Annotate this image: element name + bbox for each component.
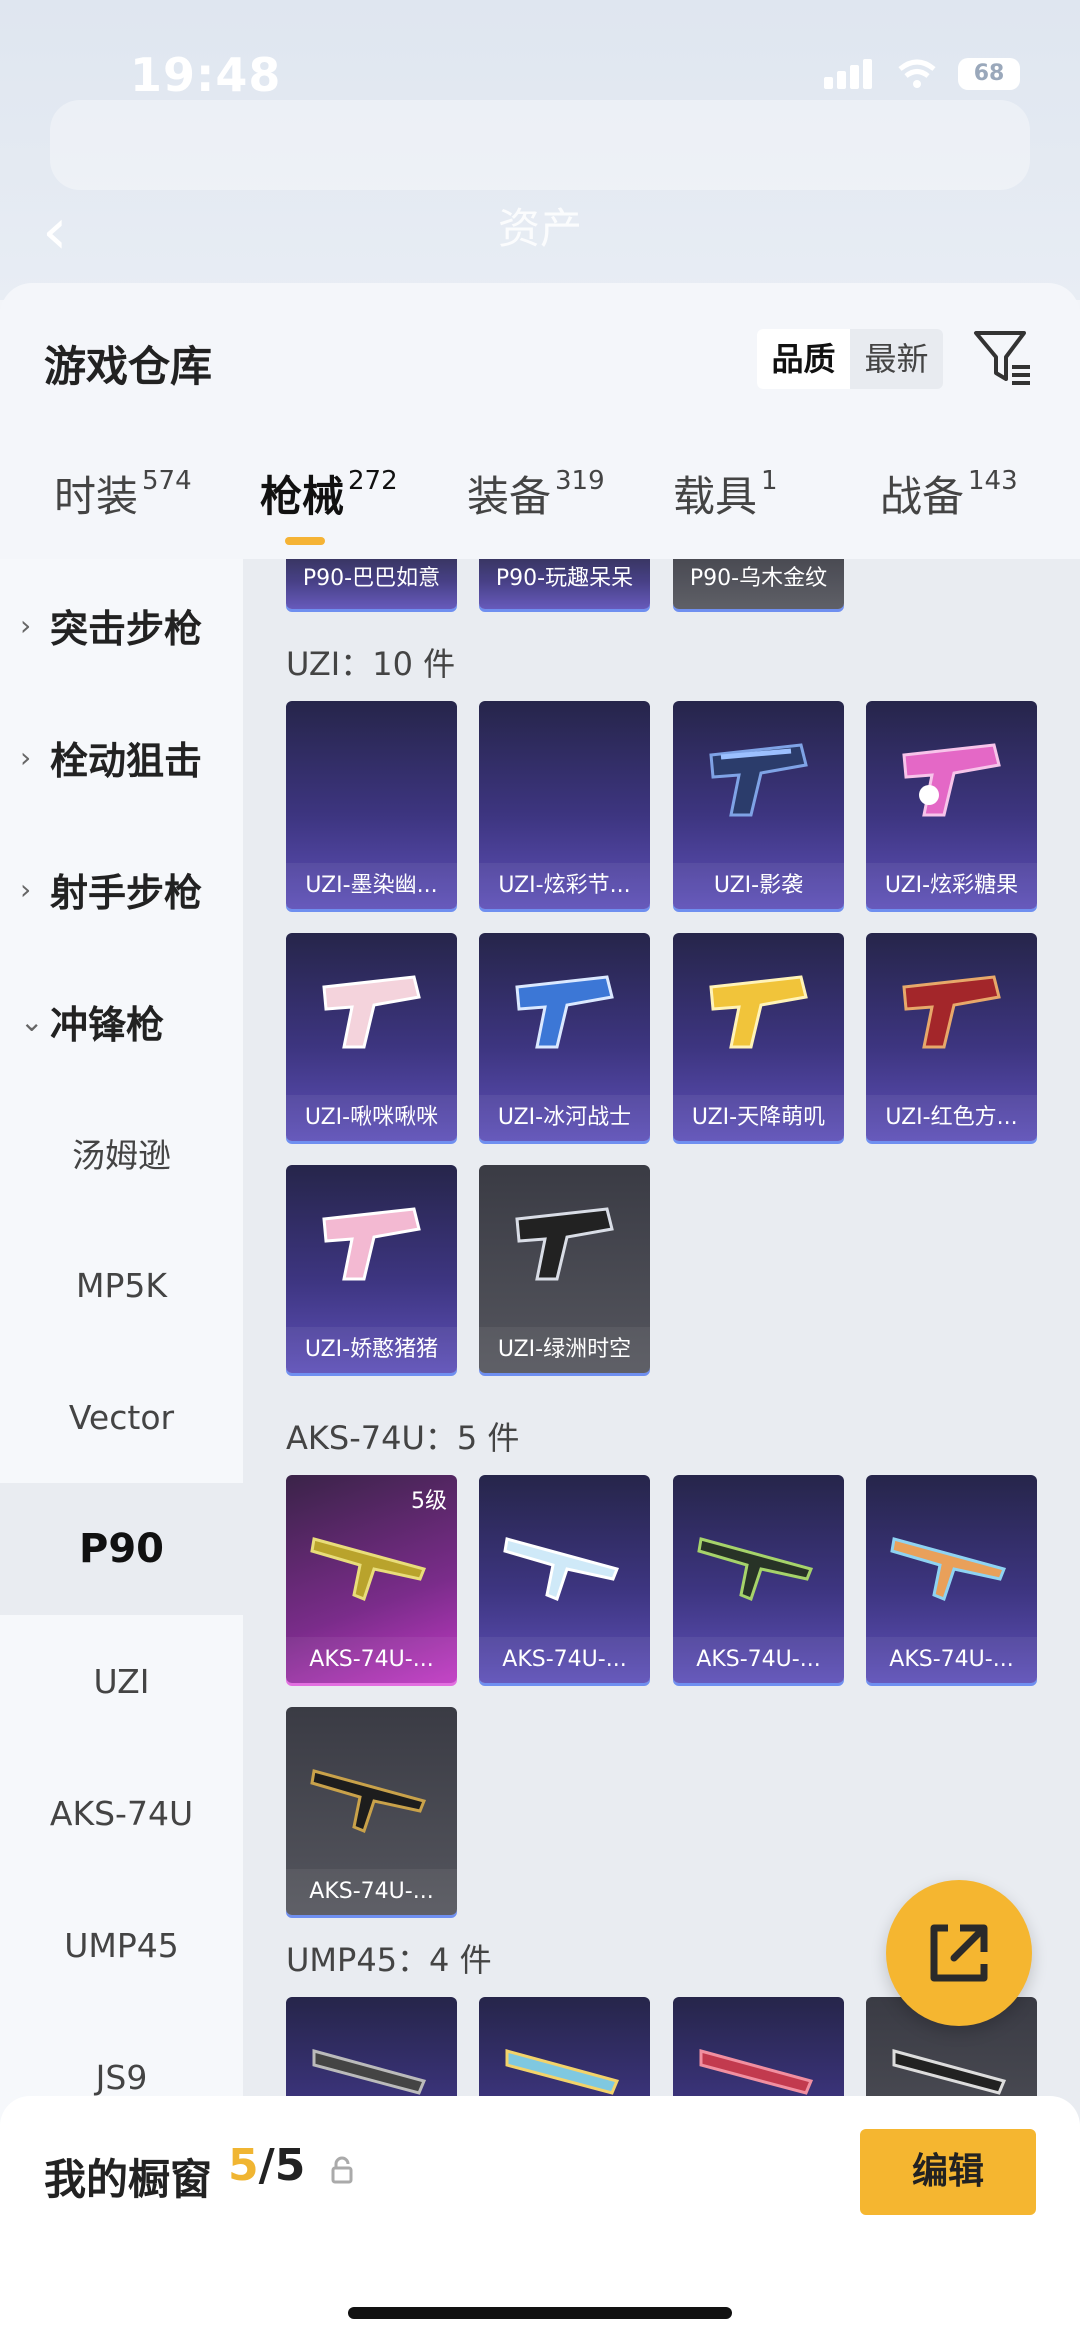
tab-costume[interactable]: 时装 574 xyxy=(54,463,192,524)
weapon-card[interactable]: UZI-影袭 xyxy=(673,701,844,909)
top-header: 19:48 68 ‹ 资产 xyxy=(0,0,1080,300)
sort-toggle: 品质 最新 xyxy=(757,329,943,389)
sidebar-item-p90[interactable]: P90 xyxy=(0,1483,243,1615)
chevron-right-icon: › xyxy=(20,740,32,774)
chevron-down-icon: ⌄ xyxy=(20,1004,44,1038)
page-title: 资产 xyxy=(497,204,582,253)
chevron-right-icon: › xyxy=(20,872,32,906)
sidebar-item-ump45[interactable]: UMP45 xyxy=(0,1879,243,2011)
filter-icon[interactable] xyxy=(972,327,1034,389)
sidebar-category-smg[interactable]: ⌄ 冲锋枪 xyxy=(0,955,243,1087)
tab-vehicles[interactable]: 载具 1 xyxy=(673,463,778,524)
tab-firearms[interactable]: 枪械 272 xyxy=(260,463,398,524)
weapon-card[interactable]: UZI-炫彩节... xyxy=(479,701,650,909)
lock-icon xyxy=(331,2156,353,2184)
share-fab-button[interactable] xyxy=(886,1880,1032,2026)
sidebar-item-uzi[interactable]: UZI xyxy=(0,1615,243,1747)
warehouse-sheet: 游戏仓库 品质 最新 时装 574 枪械 272 装备 319 载具 1 战备 143 ›… xyxy=(0,283,1080,2341)
uzi-weapon-image xyxy=(709,975,808,1049)
aks-weapon-image xyxy=(697,1537,814,1601)
uzi-weapon-image xyxy=(322,1207,421,1281)
weapon-card[interactable]: P90-乌木金纹 xyxy=(673,559,844,609)
sheet-title: 游戏仓库 xyxy=(44,342,213,391)
signal-icon xyxy=(824,59,876,89)
showcase-label: 我的橱窗 xyxy=(44,2155,213,2204)
uzi-weapon-image xyxy=(902,743,1001,817)
uzi-weapon-image xyxy=(709,743,808,817)
uzi-weapon-image xyxy=(902,975,1001,1049)
section-title-ump45: UMP45：4 件 xyxy=(286,1941,492,1979)
aks-weapon-image xyxy=(503,1537,620,1601)
sidebar-category-assault-rifle[interactable]: › 突击步枪 xyxy=(0,559,243,691)
weapon-card[interactable]: UZI-炫彩糖果 xyxy=(866,701,1037,909)
weapon-card[interactable]: P90-巴巴如意 xyxy=(286,559,457,609)
status-time: 19:48 xyxy=(130,48,282,102)
showcase-count: 5/5 xyxy=(228,2140,306,2191)
sidebar-category-marksman-rifle[interactable]: › 射手步枪 xyxy=(0,823,243,955)
aks-weapon-image xyxy=(890,1537,1007,1601)
weapon-card[interactable]: AKS-74U-... xyxy=(479,1475,650,1683)
active-tab-indicator xyxy=(285,537,325,545)
weapon-card[interactable]: P90-玩趣呆呆 xyxy=(479,559,650,609)
sidebar-item-thompson[interactable]: 汤姆逊 xyxy=(0,1087,243,1219)
sort-newest-button[interactable]: 最新 xyxy=(850,329,943,389)
weapon-sidebar: › 突击步枪 › 栓动狙击 › 射手步枪 ⌄ 冲锋枪 汤姆逊 MP5K Vector P… xyxy=(0,559,243,2341)
section-title-aks74u: AKS-74U：5 件 xyxy=(286,1419,520,1457)
tab-battle-prep[interactable]: 战备 143 xyxy=(880,463,1018,524)
uzi-weapon-image xyxy=(515,975,614,1049)
sort-quality-button[interactable]: 品质 xyxy=(757,329,850,389)
weapon-card[interactable]: 5级 AKS-74U-... xyxy=(286,1475,457,1683)
weapon-card[interactable]: UZI-红色方... xyxy=(866,933,1037,1141)
weapon-card[interactable]: UZI-墨染幽... xyxy=(286,701,457,909)
sidebar-item-mp5k[interactable]: MP5K xyxy=(0,1219,243,1351)
weapon-grid: P90-巴巴如意 P90-玩趣呆呆 P90-乌木金纹 UZI：10 件 UZI-… xyxy=(243,559,1080,2341)
home-indicator xyxy=(348,2307,732,2319)
sidebar-category-bolt-sniper[interactable]: › 栓动狙击 xyxy=(0,691,243,823)
tab-equipment[interactable]: 装备 319 xyxy=(467,463,605,524)
weapon-card[interactable]: AKS-74U-... xyxy=(286,1707,457,1915)
weapon-card[interactable]: UZI-天降萌叽 xyxy=(673,933,844,1141)
chevron-right-icon: › xyxy=(20,608,32,642)
weapon-card[interactable]: AKS-74U-... xyxy=(673,1475,844,1683)
edit-button[interactable]: 编辑 xyxy=(860,2129,1036,2215)
blurred-header-bar xyxy=(50,100,1030,190)
status-icons: 68 xyxy=(824,58,1020,90)
weapon-card[interactable]: AKS-74U-... xyxy=(866,1475,1037,1683)
battery-indicator: 68 xyxy=(958,58,1020,90)
showcase-bar: 我的橱窗 5/5 编辑 xyxy=(0,2096,1080,2341)
wifi-icon xyxy=(898,59,936,88)
aks-weapon-image xyxy=(310,1537,427,1601)
weapon-card[interactable]: UZI-啾咪啾咪 xyxy=(286,933,457,1141)
weapon-card[interactable]: UZI-绿洲时空 xyxy=(479,1165,650,1373)
sidebar-item-vector[interactable]: Vector xyxy=(0,1351,243,1483)
section-title-uzi: UZI：10 件 xyxy=(286,645,456,683)
uzi-weapon-image xyxy=(322,975,421,1049)
uzi-weapon-image xyxy=(515,1207,614,1281)
category-tabs: 时装 574 枪械 272 装备 319 载具 1 战备 143 xyxy=(0,463,1080,553)
share-external-icon xyxy=(930,1924,988,1982)
aks-weapon-image xyxy=(310,1769,427,1833)
weapon-card[interactable]: UZI-冰河战士 xyxy=(479,933,650,1141)
sidebar-item-aks74u[interactable]: AKS-74U xyxy=(0,1747,243,1879)
weapon-card[interactable]: UZI-娇憨猪猪 xyxy=(286,1165,457,1373)
